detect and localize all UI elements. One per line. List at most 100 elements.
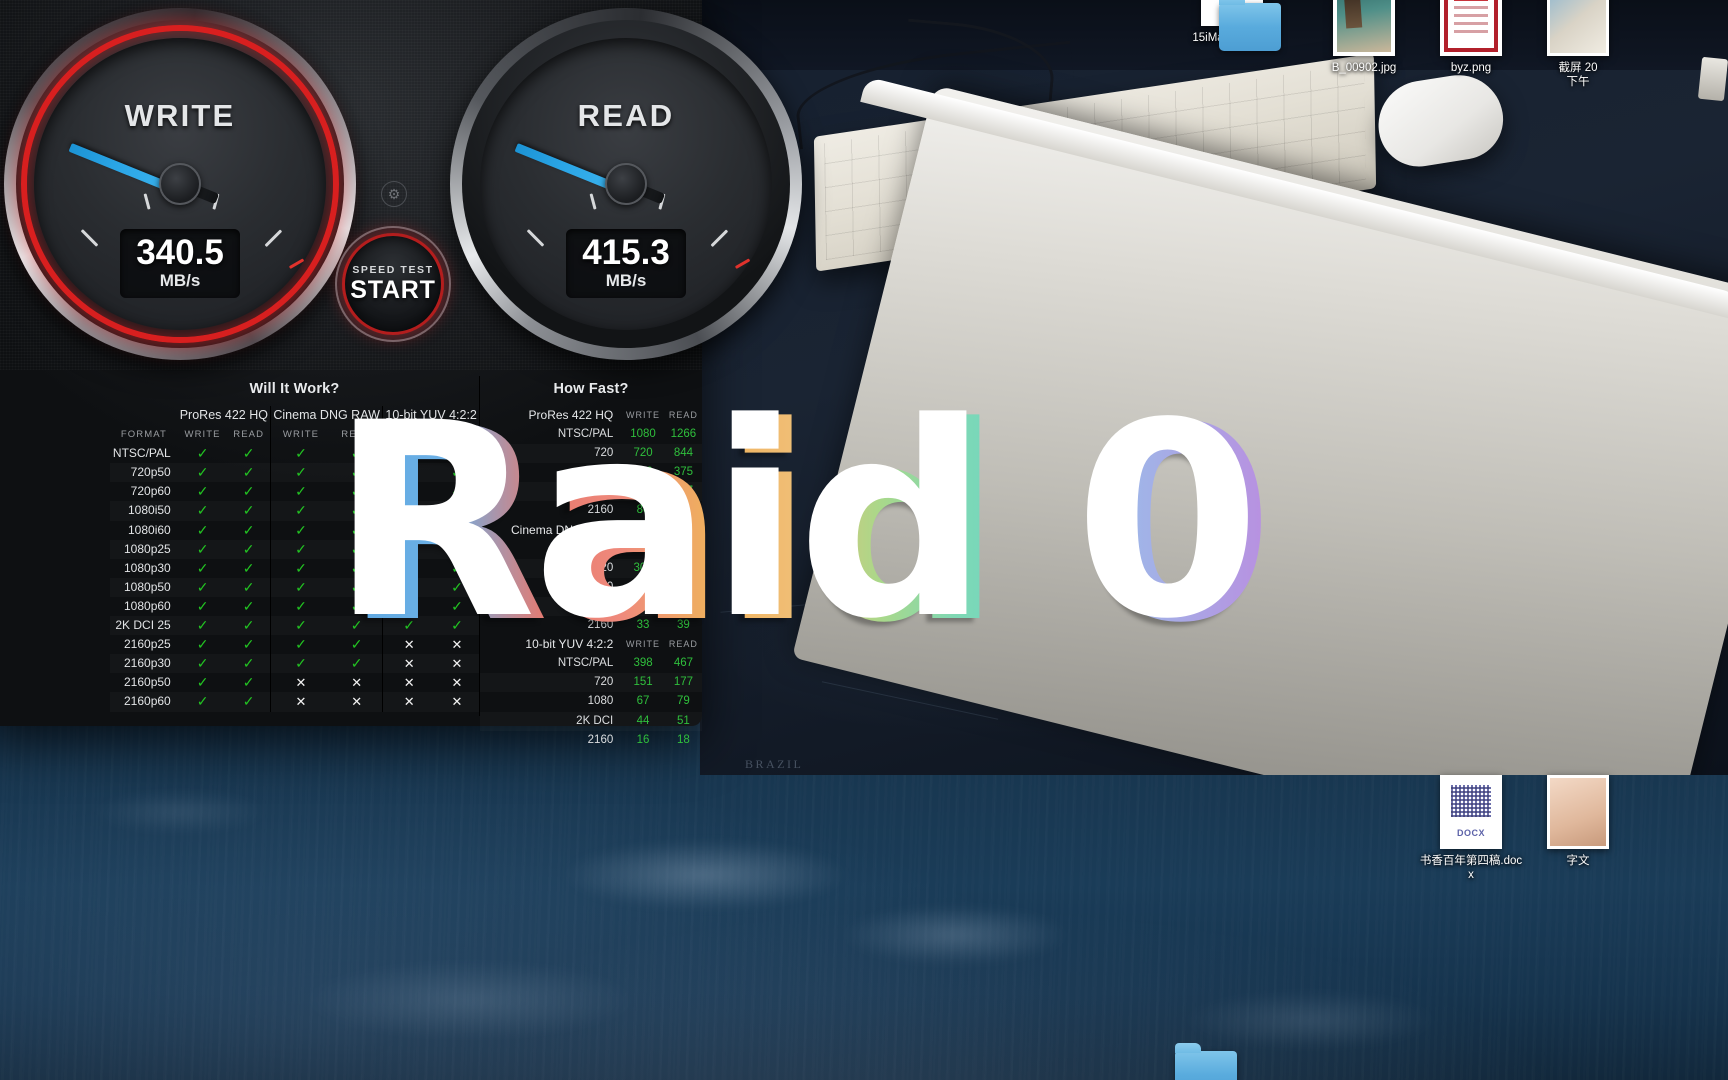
supported-check-icon: ✓ <box>269 501 332 521</box>
supported-check-icon: ✓ <box>435 540 479 559</box>
unsupported-cross-icon: ✕ <box>269 673 332 693</box>
supported-check-icon: ✓ <box>331 501 383 520</box>
sea-foam <box>560 840 850 910</box>
supported-check-icon: ✓ <box>178 501 228 520</box>
supported-check-icon: ✓ <box>196 674 209 691</box>
read-speed-value: 844 <box>665 444 702 463</box>
start-button-label: START <box>350 276 436 304</box>
map-label-brazil: BRAZIL <box>745 757 804 771</box>
how-fast-panel: How Fast? ProRes 422 HQ WRITE READ NTSC/PAL… <box>480 376 702 746</box>
row-format: 2K DCI <box>480 482 621 501</box>
supported-check-icon: ✓ <box>196 445 209 462</box>
gauge-face: WRITE 340.5 MB/s <box>34 38 326 330</box>
desktop-icon-photo[interactable]: B_00902.jpg <box>1312 0 1416 75</box>
table-row: NTSC/PAL 1080 1266 <box>480 425 702 444</box>
desktop-icon-label: byz.png <box>1450 62 1492 74</box>
row-format: 1080p50 <box>110 578 178 597</box>
unsupported-cross-icon: ✕ <box>451 637 463 653</box>
table-row: 1080i50 ✓ ✓ ✓ ✓ ✓ ✓ <box>110 501 479 521</box>
column-header-write: WRITE <box>626 410 661 420</box>
read-readout: 415.3 MB/s <box>566 228 686 298</box>
sea-foam <box>300 960 640 1040</box>
desktop-icon-docx[interactable]: DOCX 书香百年第四稿.docx <box>1419 775 1523 882</box>
read-speed-value: 103 <box>665 597 702 616</box>
codec-header: ProRes 422 HQ <box>179 408 268 422</box>
supported-check-icon: ✓ <box>242 674 255 691</box>
desktop-icon-photo-2[interactable]: 字文 <box>1526 775 1630 868</box>
table-row: 720 151 177 <box>480 673 702 692</box>
write-value: 340.5 <box>136 232 224 272</box>
write-speed-value: 796 <box>633 542 653 555</box>
supported-check-icon: ✓ <box>331 654 383 673</box>
desktop-icon-label: 截屏 20 下午 <box>1558 62 1598 88</box>
column-header: WRITE <box>184 429 221 441</box>
supported-check-icon: ✓ <box>382 539 435 559</box>
row-format: 1080p25 <box>110 540 178 559</box>
row-format: 2K DCI <box>480 712 621 731</box>
supported-check-icon: ✓ <box>178 463 228 482</box>
row-format: NTSC/PAL <box>557 657 614 670</box>
column-header-read: READ <box>668 410 698 420</box>
write-speed-value: 720 <box>621 444 665 463</box>
supported-check-icon: ✓ <box>451 445 463 462</box>
speed-test-start-button[interactable]: SPEED TEST START <box>342 233 444 335</box>
desktop-icon-screenshot[interactable]: 截屏 20 下午 <box>1526 0 1630 89</box>
screenshot-icon <box>1547 0 1609 56</box>
supported-check-icon: ✓ <box>382 482 435 502</box>
unsupported-cross-icon: ✕ <box>331 692 383 711</box>
supported-check-icon: ✓ <box>269 558 332 578</box>
write-gauge: WRITE 340.5 MB/s <box>4 8 356 360</box>
table-row: 2160p50 ✓ ✓ ✕ ✕ ✕ ✕ <box>110 673 479 693</box>
write-speed-value: 67 <box>636 695 650 708</box>
desktop-icon-certificate[interactable]: byz.png <box>1419 0 1523 75</box>
supported-check-icon: ✓ <box>331 578 383 597</box>
row-format: NTSC/PAL <box>557 428 614 441</box>
disk-speed-test-window[interactable]: WRITE 340.5 MB/s READ 415.3 MB/s ⚙ SPEED… <box>0 0 802 746</box>
codec-name: 10-bit YUV 4:2:2 <box>525 637 614 652</box>
read-speed-value: 934 <box>673 542 693 555</box>
write-speed-value: 211 <box>621 482 665 501</box>
will-it-work-title: Will It Work? <box>249 381 340 397</box>
supported-check-icon: ✓ <box>178 578 228 597</box>
read-speed-value: 158 <box>673 580 693 593</box>
supported-check-icon: ✓ <box>242 521 255 538</box>
sea-foam <box>90 790 270 834</box>
row-format: 1080i60 <box>128 522 171 537</box>
codec-name: ProRes 422 HQ <box>528 408 614 422</box>
row-format: 1080 <box>587 466 614 479</box>
supported-check-icon: ✓ <box>269 654 332 674</box>
will-it-work-panel: Will It Work? ProRes 422 HQ Cinema DNG RA… <box>110 376 480 716</box>
results-tables: Will It Work? ProRes 422 HQ Cinema DNG RA… <box>110 376 702 746</box>
table-row: 1080 67 79 <box>480 692 702 711</box>
row-format: 2160 <box>587 733 614 746</box>
unsupported-cross-icon: ✕ <box>382 692 435 712</box>
table-row: 2K DCI 88 103 <box>480 597 702 616</box>
sea-foam <box>1180 990 1440 1050</box>
write-speed-value: 16 <box>636 733 650 746</box>
supported-check-icon: ✓ <box>382 463 435 483</box>
table-row: 2K DCI 211 247 <box>480 482 702 501</box>
row-format: 2160p50 <box>124 675 171 690</box>
supported-check-icon: ✓ <box>196 483 209 500</box>
write-speed-value: 134 <box>633 580 653 593</box>
codec-header: Cinema DNG RAW <box>269 406 383 426</box>
photo-usb-stick <box>1697 56 1728 102</box>
sea-foam <box>840 905 1070 965</box>
table-row: 2160 33 39 <box>480 616 702 635</box>
supported-check-icon: ✓ <box>382 596 435 617</box>
supported-check-icon: ✓ <box>350 483 363 500</box>
read-needle-hub <box>605 163 647 205</box>
settings-gear-button[interactable]: ⚙ <box>381 181 407 207</box>
photo-icon <box>1333 0 1395 56</box>
table-header-row: ProRes 422 HQ Cinema DNG RAW 10-bit YUV 4:… <box>110 406 479 426</box>
write-unit: MB/s <box>159 270 201 290</box>
desktop-icon-folder-bottom[interactable] <box>1175 1043 1237 1080</box>
read-speed-value: 39 <box>677 619 690 632</box>
desktop-icon-label: 字文 <box>1566 855 1590 867</box>
read-gauge-label: READ <box>577 97 675 133</box>
supported-check-icon: ✓ <box>269 635 332 655</box>
table-row: 720 720 844 <box>480 444 702 463</box>
supported-check-icon: ✓ <box>269 616 332 636</box>
column-header: WRITE <box>269 425 332 445</box>
desktop-icon-folder[interactable] <box>1198 0 1302 56</box>
